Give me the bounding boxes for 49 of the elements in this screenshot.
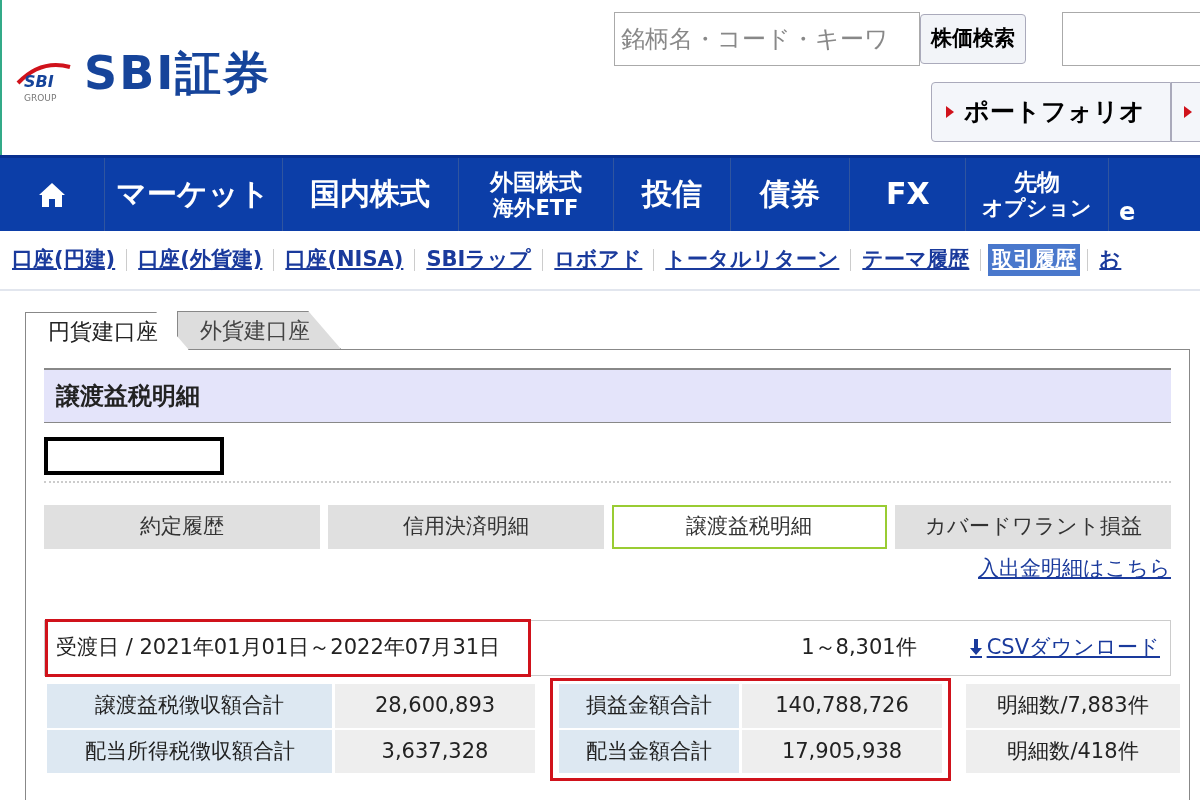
subnav-link[interactable]: 口座(外貨建)	[134, 244, 267, 276]
value-cell: 明細数/418件	[966, 729, 1180, 773]
value-cell: 17,905,938	[742, 729, 942, 773]
subnav-link[interactable]: テーマ履歴	[858, 244, 974, 276]
portfolio-button[interactable]: ポートフォリオ	[931, 82, 1171, 142]
nav-tab[interactable]: マーケット	[104, 158, 283, 231]
subnav-link[interactable]: トータルリターン	[661, 244, 844, 276]
nav-tab-label[interactable]: オプション	[982, 195, 1093, 220]
csv-download-link[interactable]: CSVダウンロード	[968, 632, 1160, 664]
search-button[interactable]: 株価検索	[920, 14, 1026, 64]
result-count: 1～8,301件	[801, 634, 917, 662]
account-tab[interactable]: 円貨建口座	[25, 312, 189, 350]
search-field[interactable]: 銘柄名・コード・キーワ	[614, 12, 920, 66]
label-cell: 配当所得税徴収額合計	[47, 729, 332, 773]
nav-tab[interactable]: 国内株式	[282, 158, 459, 231]
nav-tab[interactable]: FX	[850, 158, 967, 231]
account-tab[interactable]: 外貨建口座	[177, 311, 341, 349]
report-tab[interactable]: カバードワラント損益	[895, 505, 1171, 549]
report-tab[interactable]: 約定履歴	[44, 505, 320, 549]
triangle-icon	[946, 106, 954, 118]
nav-tab-label[interactable]: 海外ETF	[493, 195, 579, 220]
label-cell: 譲渡益税徴収額合計	[47, 684, 332, 728]
date-range: 受渡日 / 2021年01月01日～2022年07月31日	[45, 619, 532, 677]
menu-button[interactable]	[1171, 82, 1200, 142]
subnav-link[interactable]: 口座(円建)	[8, 244, 120, 276]
triangle-icon	[1184, 106, 1192, 118]
value-cell: 28,600,893	[335, 684, 535, 728]
subnav-link[interactable]: SBIラップ	[422, 244, 536, 276]
value-cell: 3,637,328	[335, 729, 535, 773]
section-title: 譲渡益税明細	[44, 368, 1171, 423]
nav-tab-label[interactable]: 外国株式	[489, 169, 582, 196]
nav-tab[interactable]: 債券	[731, 158, 851, 231]
download-icon	[968, 638, 983, 658]
nav-tab[interactable]: 投信	[614, 158, 732, 231]
nav-tab[interactable]: e	[1109, 158, 1200, 231]
nav-tab-label[interactable]: 先物	[1014, 169, 1061, 196]
subnav-link[interactable]: 取引履歴	[988, 244, 1081, 276]
subnav-link[interactable]: 口座(NISA)	[281, 244, 408, 276]
deposit-link[interactable]: 入出金明細はこちら	[978, 552, 1171, 584]
report-tab[interactable]: 信用決済明細	[327, 505, 604, 549]
value-cell: 明細数/7,883件	[966, 684, 1180, 728]
subnav-link[interactable]: ロボアド	[550, 244, 647, 276]
subnav-link[interactable]: お	[1095, 244, 1126, 276]
label-cell: 損益金額合計	[559, 684, 739, 728]
value-cell: 140,788,726	[742, 684, 942, 728]
label-cell: 配当金額合計	[559, 729, 739, 773]
report-tab[interactable]: 譲渡益税明細	[611, 505, 888, 549]
input-field[interactable]	[1062, 12, 1200, 66]
logo-text[interactable]: SBI証券	[84, 48, 272, 99]
